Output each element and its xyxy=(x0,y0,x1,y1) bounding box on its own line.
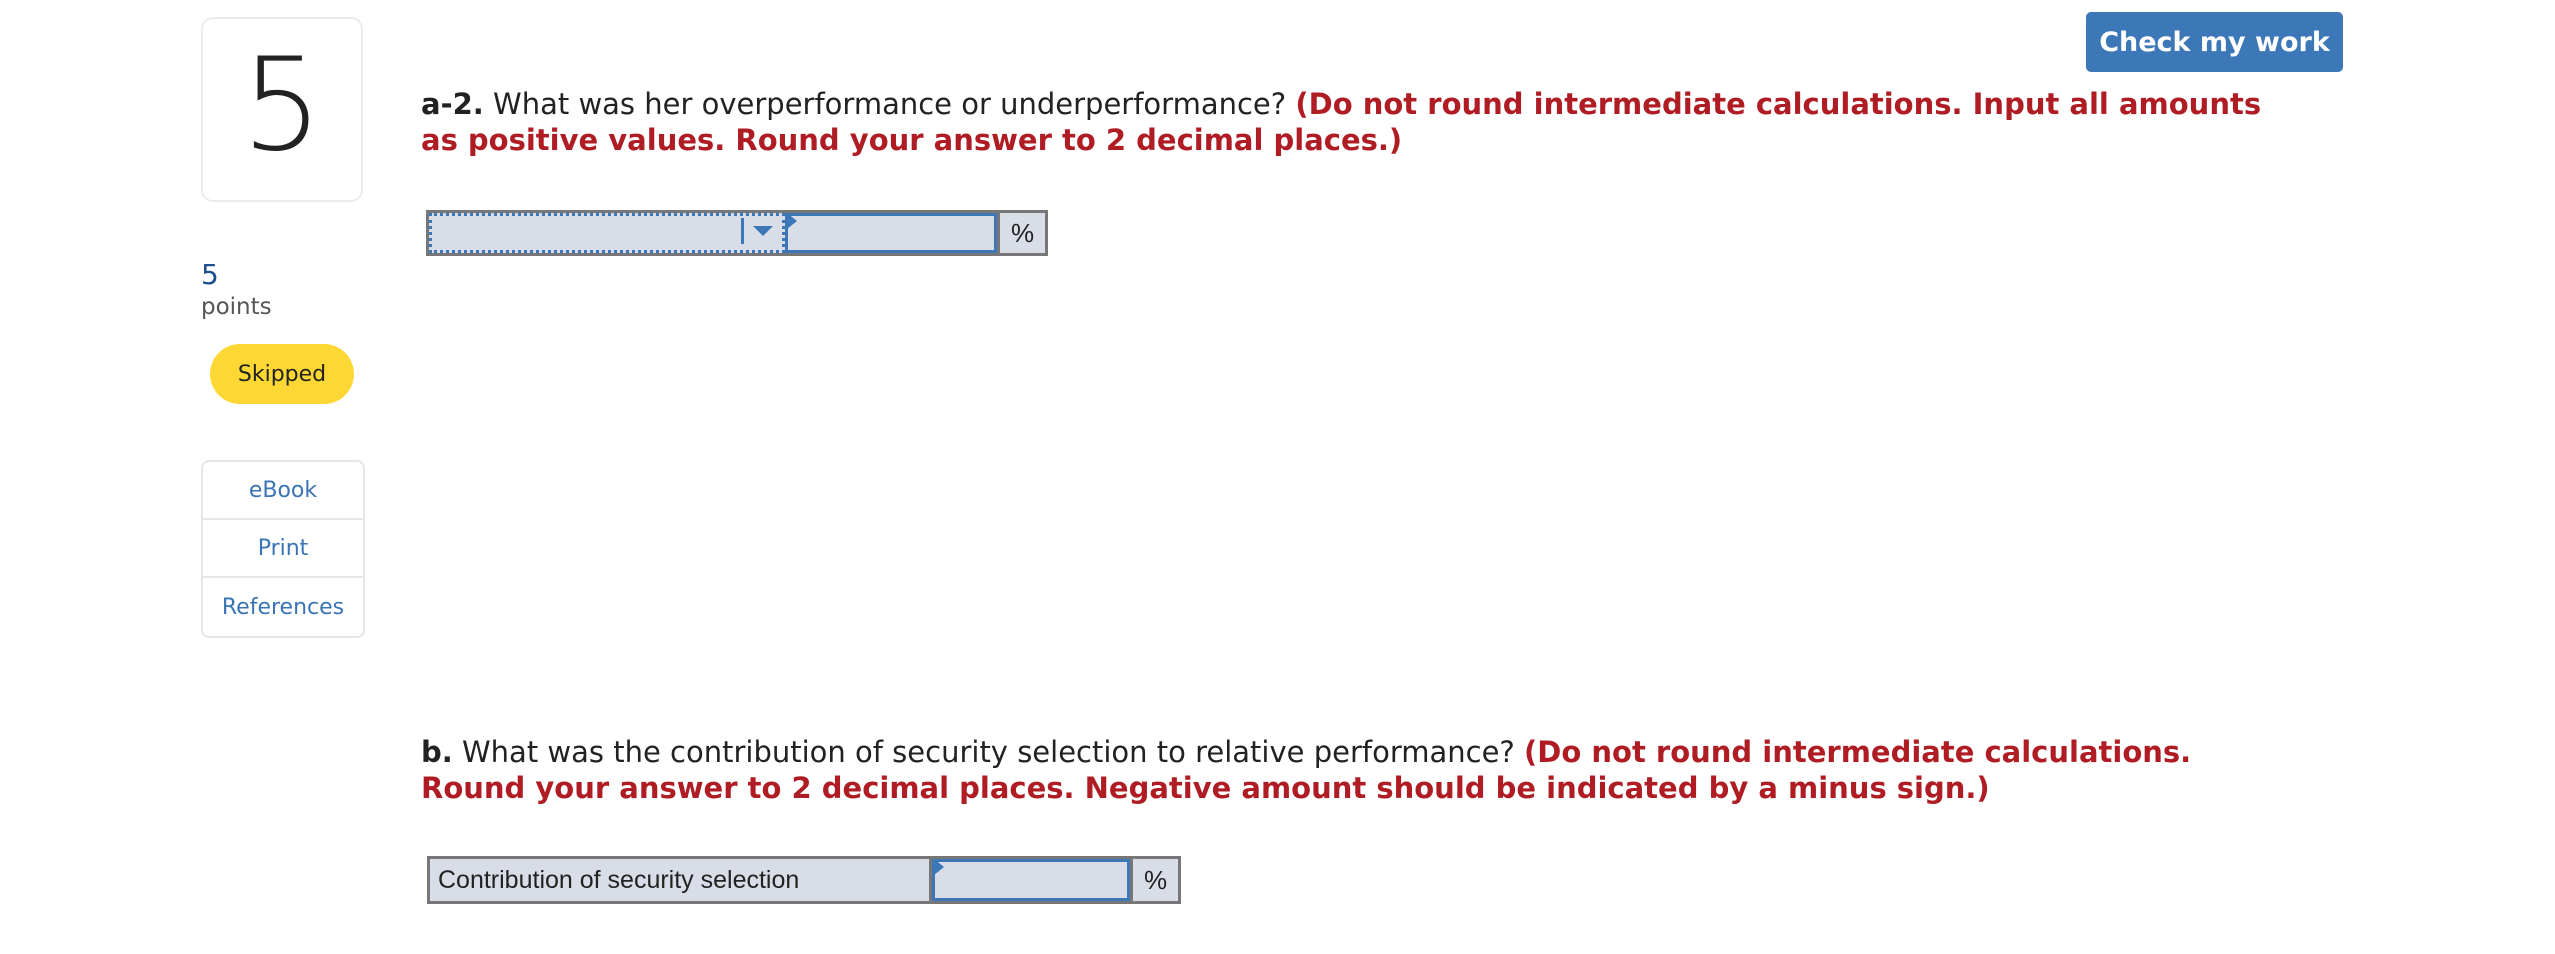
cell-marker-icon xyxy=(787,213,797,229)
resources-panel: eBook Print References xyxy=(201,460,365,638)
performance-dropdown[interactable] xyxy=(429,213,785,253)
answer-row-b: Contribution of security selection % xyxy=(427,856,1181,904)
row-label: Contribution of security selection xyxy=(430,859,932,901)
question-text: What was the contribution of security se… xyxy=(452,735,1525,769)
question-number-box: 5 xyxy=(201,17,363,202)
chevron-down-icon[interactable] xyxy=(741,218,782,244)
print-link[interactable]: Print xyxy=(203,520,363,578)
question-a2: a-2. What was her overperformance or und… xyxy=(421,86,2281,158)
references-link[interactable]: References xyxy=(203,578,363,636)
check-my-work-button[interactable]: Check my work xyxy=(2086,12,2343,72)
ebook-link[interactable]: eBook xyxy=(203,462,363,520)
question-b: b. What was the contribution of security… xyxy=(421,734,2281,806)
points-label: points xyxy=(201,294,272,320)
status-badge: Skipped xyxy=(210,344,354,404)
answer-row-a2: % xyxy=(426,210,1048,256)
percent-unit: % xyxy=(1130,859,1178,901)
percent-unit: % xyxy=(997,213,1045,253)
question-label: a-2. xyxy=(421,87,484,121)
cell-marker-icon xyxy=(934,859,944,875)
security-selection-input[interactable] xyxy=(932,859,1130,901)
question-text: What was her overperformance or underper… xyxy=(483,87,1296,121)
question-number: 5 xyxy=(241,30,323,180)
question-label: b. xyxy=(421,735,453,769)
performance-input[interactable] xyxy=(785,213,997,253)
points-value: 5 xyxy=(201,258,219,291)
